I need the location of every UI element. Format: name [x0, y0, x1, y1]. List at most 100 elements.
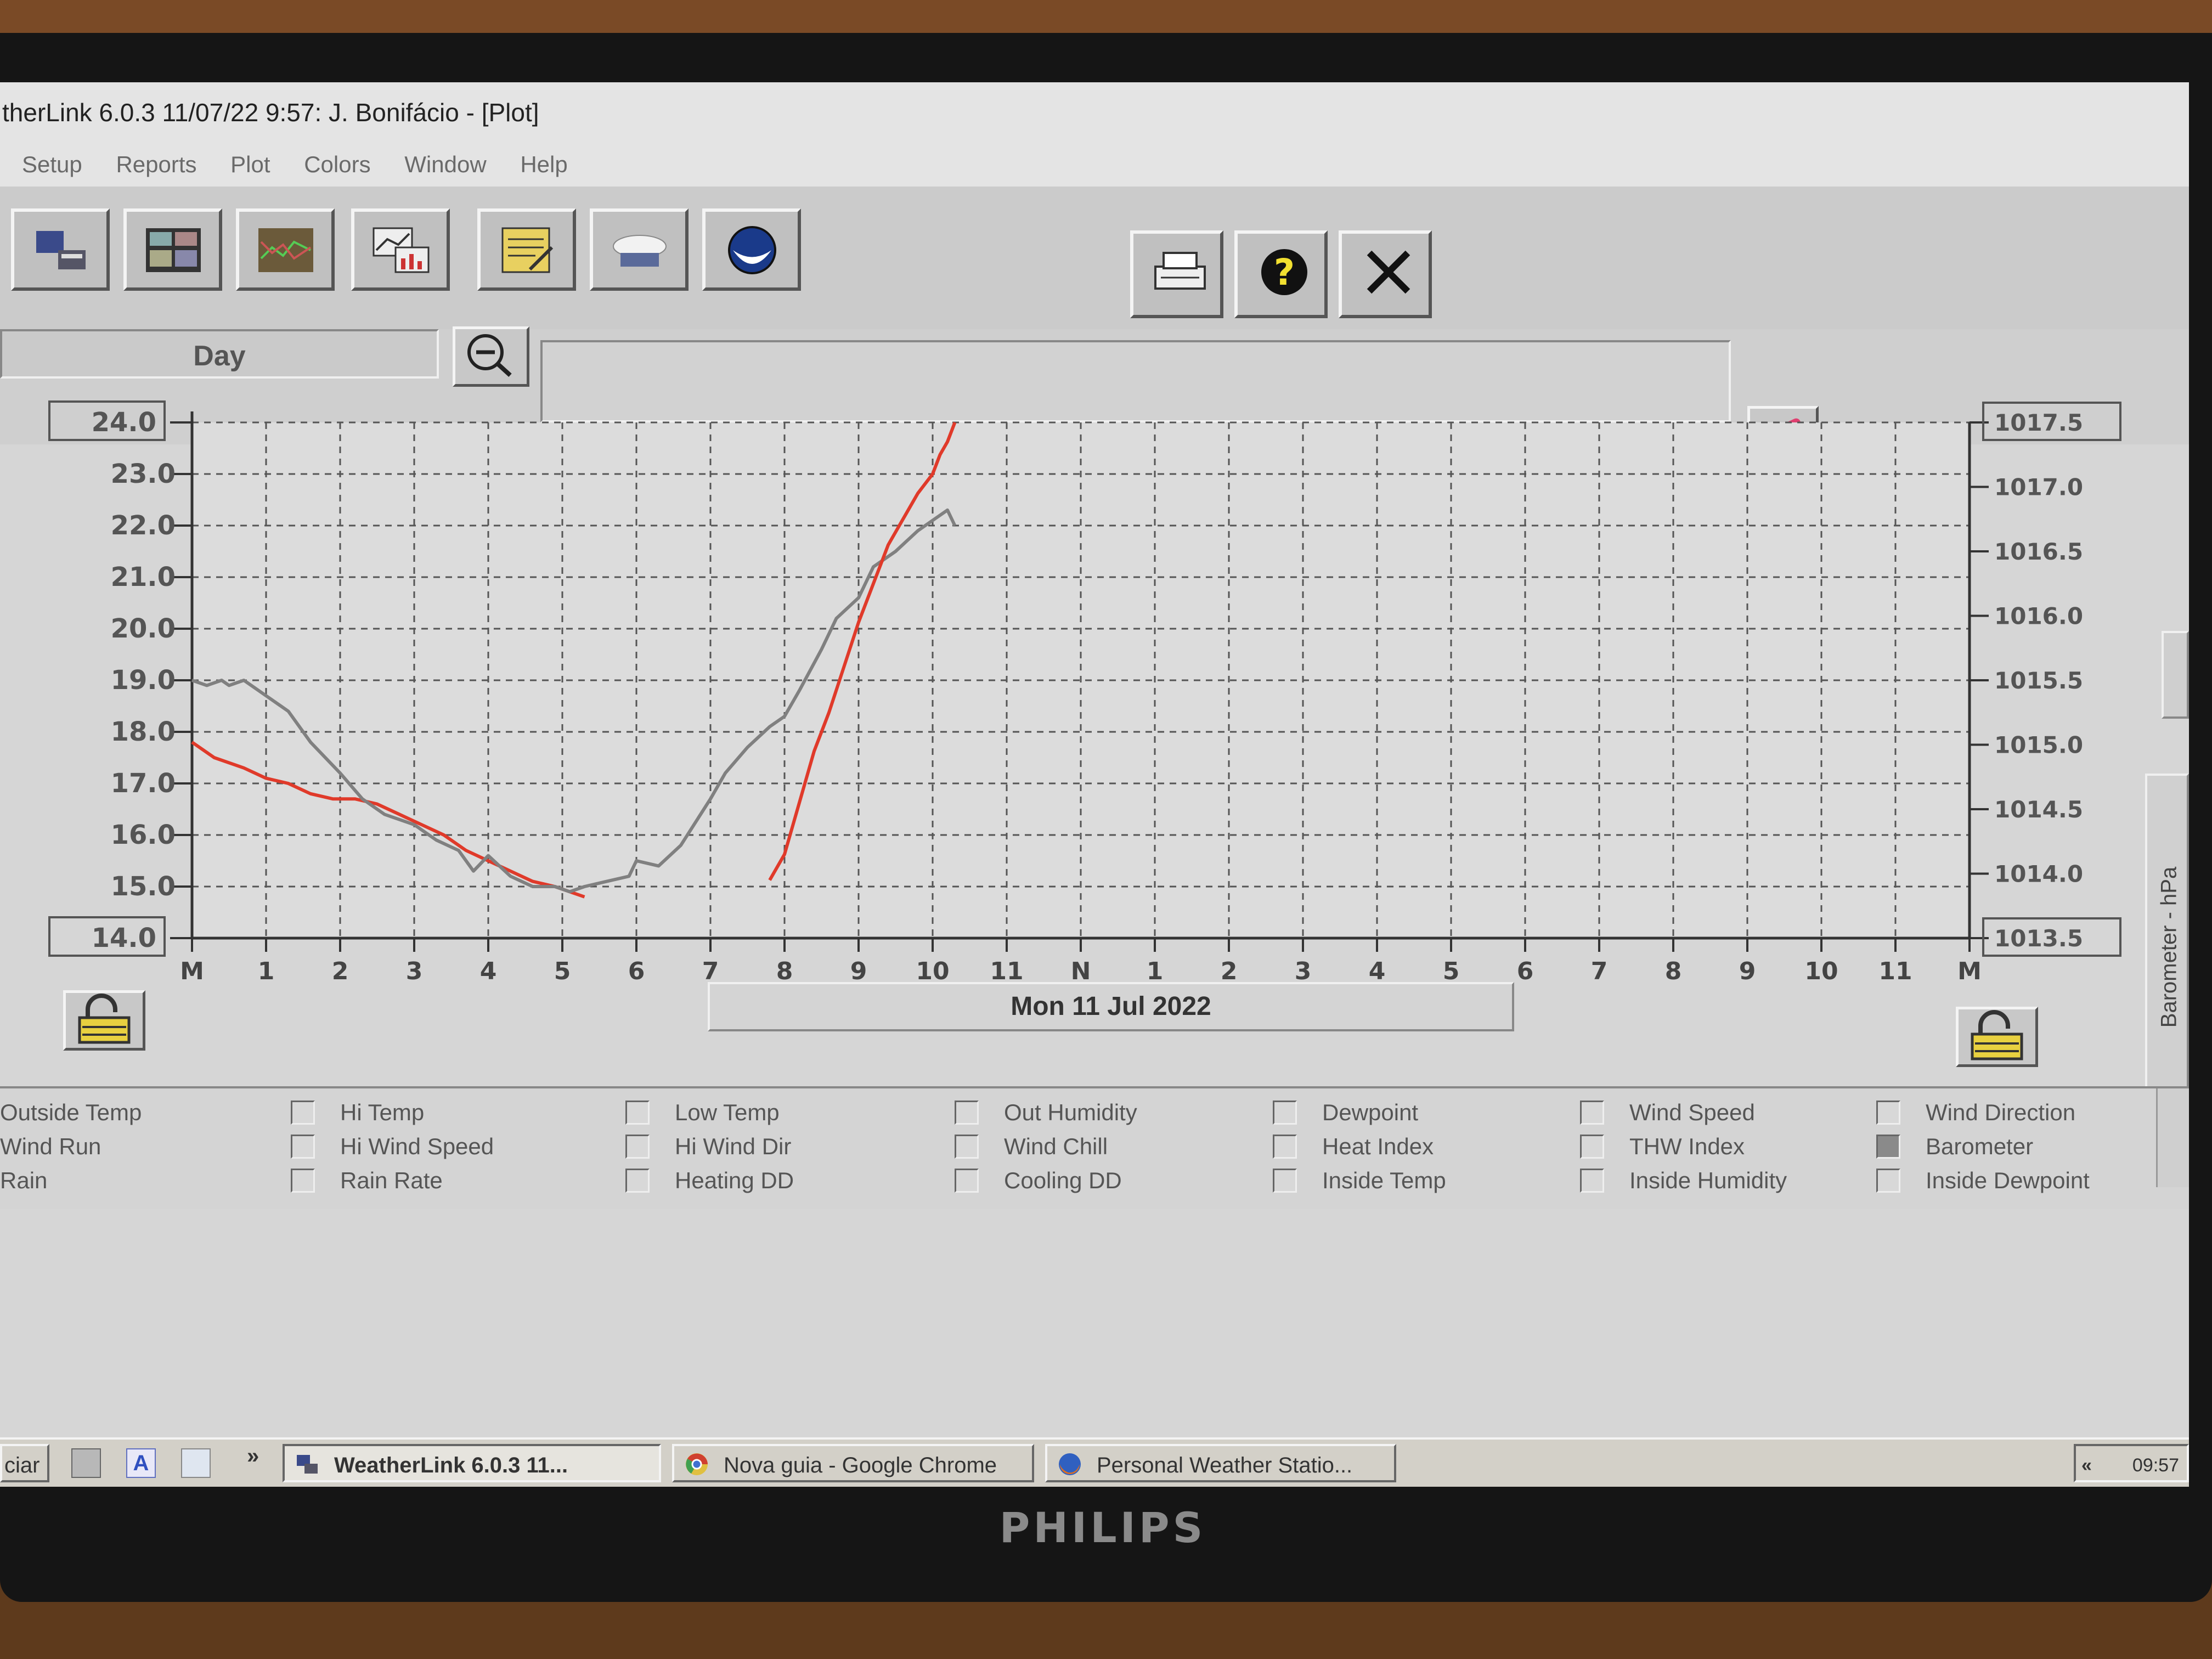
field-heat-index[interactable]: Heat Index	[1273, 1133, 1434, 1160]
station-icon	[36, 231, 86, 269]
menu-plot[interactable]: Plot	[230, 143, 270, 187]
menu-help[interactable]: Help	[520, 143, 567, 187]
bulletin-button[interactable]	[123, 208, 222, 291]
x-tick-label: 4	[480, 957, 497, 985]
field-wind-direction[interactable]: Wind Direction	[1876, 1099, 2075, 1126]
side-scroll-tab[interactable]	[2162, 631, 2189, 719]
weather-button[interactable]	[590, 208, 689, 291]
field-barometer[interactable]: Barometer	[1876, 1133, 2033, 1160]
field-checkbox[interactable]	[625, 1169, 650, 1193]
y-right-tick-label: 1013.5	[1994, 925, 2083, 952]
field-checkbox[interactable]	[625, 1135, 650, 1159]
x-tick-label: 6	[1517, 957, 1534, 985]
field-heating-dd[interactable]: Heating DD	[625, 1167, 794, 1194]
field-checkbox[interactable]	[1273, 1101, 1297, 1125]
menu-reports[interactable]: Reports	[116, 143, 196, 187]
field-checkbox[interactable]	[291, 1169, 315, 1193]
field-checkbox[interactable]	[1273, 1135, 1297, 1159]
field-wind-speed[interactable]: Wind Speed	[1580, 1099, 1755, 1126]
y-right-tick-label: 1016.5	[1994, 538, 2083, 565]
station-button[interactable]	[11, 208, 110, 291]
field-checkbox[interactable]	[291, 1101, 315, 1125]
y-left-tick-label: 17.0	[111, 768, 176, 799]
field-checkbox[interactable]	[955, 1101, 979, 1125]
menu-window[interactable]: Window	[404, 143, 486, 187]
field-label: Inside Dewpoint	[1926, 1167, 2090, 1193]
field-inside-humidity[interactable]: Inside Humidity	[1580, 1167, 1787, 1194]
field-rain-rate[interactable]: Rain Rate	[291, 1167, 443, 1194]
field-checkbox[interactable]	[1876, 1135, 1900, 1159]
print-button[interactable]	[1130, 230, 1223, 318]
field-checkbox[interactable]	[625, 1101, 650, 1125]
monitor-screen: therLink 6.0.3 11/07/22 9:57: J. Bonifác…	[0, 82, 2189, 1487]
menu-colors[interactable]: Colors	[304, 143, 370, 187]
field-rain[interactable]: Rain	[0, 1167, 47, 1194]
field-checkbox[interactable]	[1273, 1169, 1297, 1193]
field-label: Wind Run	[0, 1133, 101, 1159]
field-checkbox[interactable]	[1876, 1101, 1900, 1125]
help-button[interactable]: ?	[1234, 230, 1328, 318]
plot-button[interactable]	[351, 208, 450, 291]
field-label: Outside Temp	[0, 1099, 142, 1125]
y-right-tick-label: 1014.5	[1994, 796, 2083, 823]
field-label: Wind Chill	[1004, 1133, 1108, 1159]
menu-bar: Setup Reports Plot Colors Window Help	[0, 143, 2189, 187]
field-wind-chill[interactable]: Wind Chill	[955, 1133, 1108, 1160]
field-wind-run[interactable]: Wind Run	[0, 1133, 101, 1160]
y-left-tick-label: 20.0	[111, 613, 176, 644]
x-tick-label: 10	[1804, 957, 1838, 985]
task-weatherlink[interactable]: WeatherLink 6.0.3 11...	[283, 1444, 661, 1482]
quicklaunch-desktop-icon[interactable]	[181, 1448, 211, 1478]
start-button[interactable]: ciar	[0, 1444, 49, 1482]
x-tick-label: M	[1957, 957, 1982, 985]
right-axis-title-panel: Barometer - hPa	[2145, 774, 2189, 1130]
task-firefox[interactable]: Personal Weather Statio...	[1045, 1444, 1396, 1482]
field-low-temp[interactable]: Low Temp	[625, 1099, 780, 1126]
quicklaunch-icon[interactable]	[71, 1448, 101, 1478]
strip-chart-button[interactable]	[236, 208, 335, 291]
task-chrome[interactable]: Nova guia - Google Chrome	[672, 1444, 1034, 1482]
range-selector[interactable]: Day	[0, 329, 439, 379]
bulletin-icon	[146, 228, 201, 272]
field-label: Dewpoint	[1322, 1099, 1419, 1125]
zoom-out-button[interactable]	[453, 326, 529, 387]
window-title: therLink 6.0.3 11/07/22 9:57: J. Bonifác…	[2, 98, 539, 127]
y-right-tick-label: 1014.0	[1994, 861, 2083, 888]
field-checkbox[interactable]	[1580, 1135, 1604, 1159]
field-label: Hi Wind Speed	[340, 1133, 494, 1159]
right-axis-lock-button[interactable]	[1956, 1007, 2038, 1067]
field-checkbox[interactable]	[1580, 1169, 1604, 1193]
x-tick-label: 11	[1878, 957, 1912, 985]
left-axis-lock-button[interactable]	[63, 990, 145, 1051]
notes-button[interactable]	[477, 208, 576, 291]
close-button[interactable]	[1339, 230, 1432, 318]
y-left-tick-label: 14.0	[92, 923, 156, 953]
field-thw-index[interactable]: THW Index	[1580, 1133, 1745, 1160]
task-label: WeatherLink 6.0.3 11...	[334, 1453, 568, 1477]
field-outside-temp[interactable]: Outside Temp	[0, 1099, 142, 1126]
field-out-humidity[interactable]: Out Humidity	[955, 1099, 1137, 1126]
field-label: Low Temp	[675, 1099, 780, 1125]
field-hi-temp[interactable]: Hi Temp	[291, 1099, 424, 1126]
field-label: THW Index	[1629, 1133, 1745, 1159]
tray-expand-icon[interactable]: «	[2081, 1446, 2092, 1485]
field-hi-wind-speed[interactable]: Hi Wind Speed	[291, 1133, 494, 1160]
field-checkbox[interactable]	[291, 1135, 315, 1159]
field-cooling-dd[interactable]: Cooling DD	[955, 1167, 1122, 1194]
quicklaunch-text-icon[interactable]: A	[126, 1448, 156, 1478]
taskbar-overflow-icon[interactable]: »	[247, 1444, 259, 1469]
noaa-button[interactable]	[702, 208, 801, 291]
field-checkbox[interactable]	[955, 1169, 979, 1193]
plot-date-label: Mon 11 Jul 2022	[708, 982, 1514, 1031]
field-checkbox[interactable]	[1580, 1101, 1604, 1125]
field-checkbox[interactable]	[955, 1135, 979, 1159]
field-hi-wind-dir[interactable]: Hi Wind Dir	[625, 1133, 791, 1160]
x-tick-label: 9	[850, 957, 867, 985]
x-tick-label: 2	[332, 957, 349, 985]
field-dewpoint[interactable]: Dewpoint	[1273, 1099, 1419, 1126]
field-inside-temp[interactable]: Inside Temp	[1273, 1167, 1446, 1194]
field-scrollbar[interactable]	[2156, 1088, 2189, 1187]
field-inside-dewpoint[interactable]: Inside Dewpoint	[1876, 1167, 2090, 1194]
field-checkbox[interactable]	[1876, 1169, 1900, 1193]
menu-setup[interactable]: Setup	[22, 143, 82, 187]
